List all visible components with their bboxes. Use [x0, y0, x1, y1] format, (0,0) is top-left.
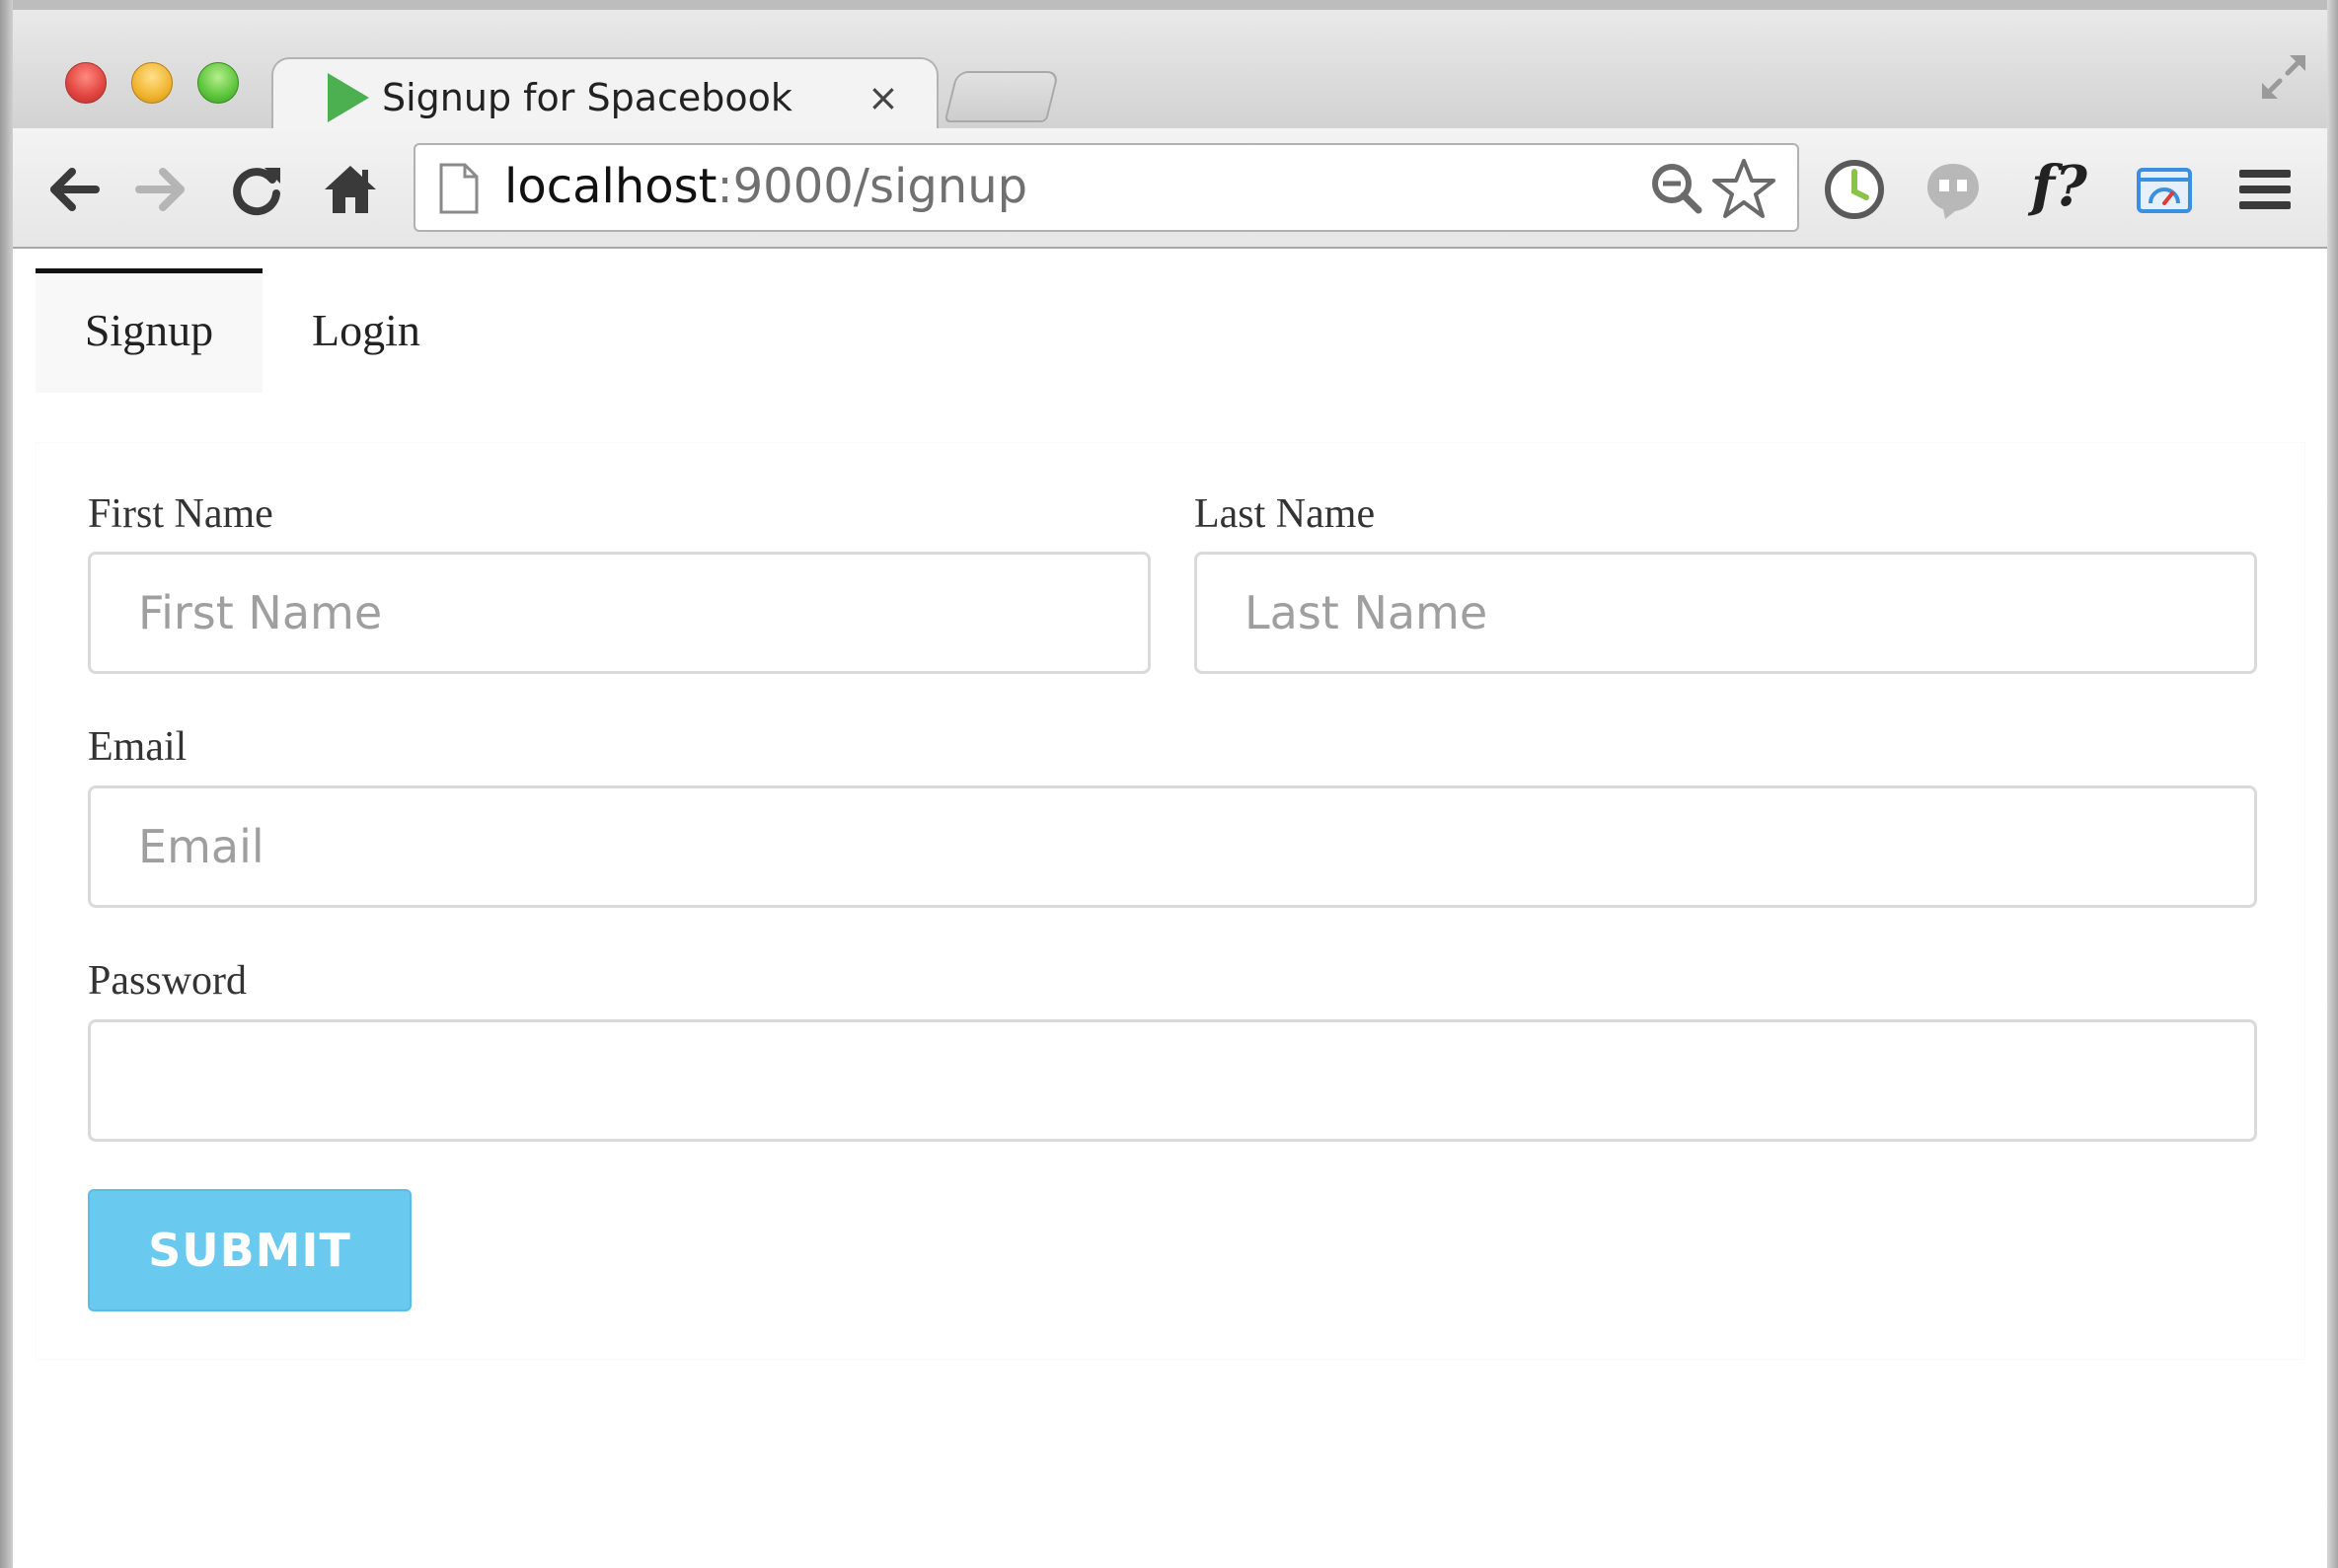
forward-arrow-icon[interactable] — [129, 158, 192, 221]
tab-login[interactable]: Login — [282, 268, 450, 393]
password-label: Password — [88, 958, 248, 1004]
speed-extension-icon[interactable] — [2133, 158, 2196, 221]
zoom-out-icon[interactable] — [1649, 161, 1704, 216]
font-finder-icon[interactable]: f? — [2031, 152, 2110, 221]
tab-title: Signup for Spacebook — [382, 76, 792, 119]
address-bar[interactable]: localhost:9000/signup — [414, 143, 1799, 232]
tab-close-icon[interactable]: × — [867, 73, 899, 122]
window-top-edge — [0, 0, 2338, 10]
back-arrow-icon[interactable] — [42, 158, 106, 221]
zoom-window-button[interactable] — [197, 62, 239, 104]
email-label: Email — [88, 724, 188, 770]
star-icon[interactable] — [1712, 157, 1775, 220]
quote-extension-icon[interactable] — [1922, 158, 1985, 221]
window-right-edge — [2327, 0, 2338, 1568]
browser-toolbar: localhost:9000/signup f? — [13, 128, 2327, 249]
play-triangle-icon — [328, 73, 369, 122]
last-name-label: Last Name — [1194, 491, 1376, 537]
close-window-button[interactable] — [65, 62, 107, 104]
new-tab-button[interactable] — [943, 71, 1060, 122]
menu-icon[interactable] — [2233, 158, 2297, 221]
submit-button[interactable]: SUBMIT — [88, 1189, 412, 1311]
first-name-label: First Name — [88, 491, 273, 537]
last-name-input[interactable] — [1194, 552, 2257, 674]
url-host: localhost — [504, 159, 717, 214]
clock-extension-icon[interactable] — [1823, 158, 1886, 221]
tab-strip: Signup for Spacebook × — [13, 10, 2327, 138]
tab-signup[interactable]: Signup — [36, 268, 263, 393]
url-text[interactable]: localhost:9000/signup — [504, 157, 1027, 216]
window-left-edge — [0, 0, 13, 1568]
first-name-input[interactable] — [88, 552, 1151, 674]
page-content: Signup Login First Name Last Name Email … — [13, 249, 2327, 1568]
auth-tabs: Signup Login — [36, 268, 2305, 393]
fullscreen-icon[interactable] — [2256, 49, 2311, 105]
font-finder-label: f? — [2031, 154, 2087, 219]
browser-tab-active[interactable]: Signup for Spacebook × — [271, 57, 939, 138]
reload-icon[interactable] — [225, 158, 288, 221]
email-input[interactable] — [88, 785, 2257, 908]
url-path: :9000/signup — [716, 159, 1028, 214]
page-icon — [439, 163, 479, 214]
minimize-window-button[interactable] — [131, 62, 173, 104]
signup-form: First Name Last Name Email Password SUBM… — [36, 442, 2305, 1360]
password-input[interactable] — [88, 1019, 2257, 1142]
browser-window: Signup for Spacebook × localhost:9000/si… — [0, 0, 2338, 1568]
home-icon[interactable] — [319, 158, 382, 221]
